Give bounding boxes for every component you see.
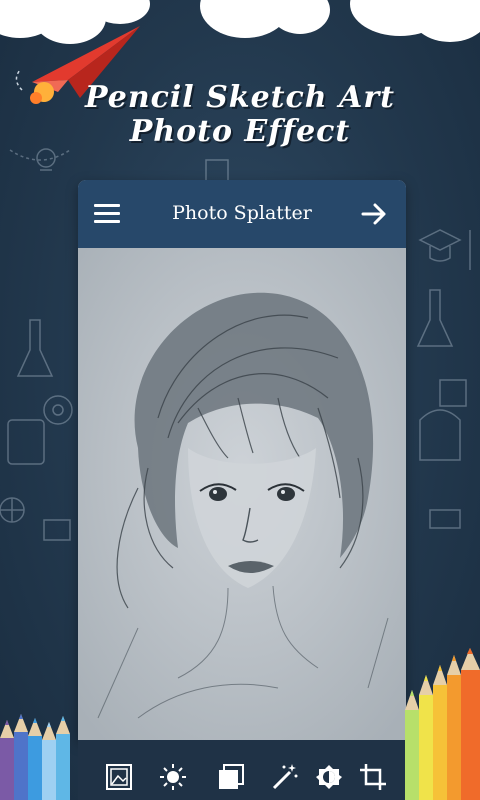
crop-icon[interactable] (358, 762, 388, 792)
app-bar: Photo Splatter (78, 180, 406, 248)
colored-pencils-decoration (0, 714, 70, 800)
image-gallery-icon[interactable] (104, 762, 134, 792)
promo-title-line1: Pencil Sketch Art (84, 80, 395, 115)
colored-pencils-decoration-right (405, 648, 480, 800)
app-title: Photo Splatter (172, 202, 312, 224)
brightness-icon[interactable] (158, 762, 188, 792)
app-preview-frame: Photo Splatter (78, 180, 406, 740)
magic-wand-icon[interactable] (270, 762, 300, 792)
layers-icon[interactable] (216, 762, 246, 792)
contrast-icon[interactable] (314, 762, 344, 792)
bottom-toolbar (78, 740, 406, 800)
pencil-sketch-photo[interactable] (78, 248, 406, 740)
arrow-right-icon[interactable] (360, 200, 388, 228)
